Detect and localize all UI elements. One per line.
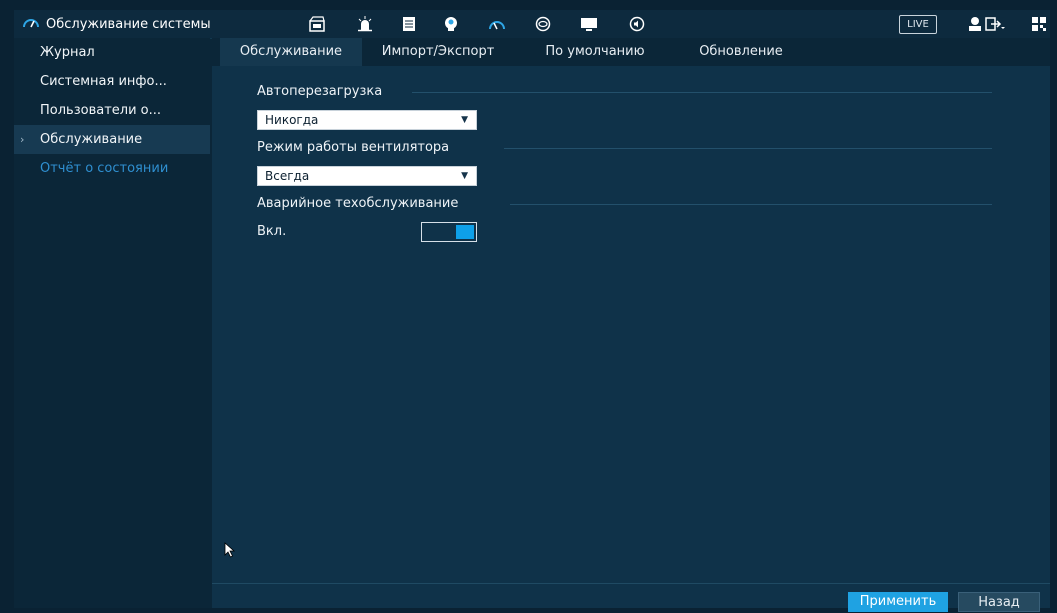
apply-button[interactable]: Применить [848, 592, 948, 612]
auto-reboot-title: Автоперезагрузка [257, 84, 383, 99]
logout-icon[interactable] [984, 13, 1006, 35]
footer-divider [212, 583, 1050, 584]
window-title: Обслуживание системы [46, 16, 211, 32]
sidebar: Журнал Системная инфо... Пользователи о.… [14, 38, 210, 608]
tab-bar: Обслуживание Импорт/Экспорт По умолчанию… [212, 38, 1050, 66]
ai-face-icon[interactable] [440, 13, 462, 35]
caret-down-icon: ▼ [461, 171, 468, 181]
network-icon[interactable] [532, 13, 554, 35]
emergency-toggle-label: Вкл. [257, 224, 287, 239]
caret-down-icon: ▼ [461, 115, 468, 125]
auto-reboot-select[interactable]: Никогда ▼ [257, 110, 477, 130]
live-button[interactable]: LIVE [899, 15, 937, 34]
mouse-cursor-icon [224, 542, 236, 562]
toggle-knob [456, 225, 474, 239]
tab-defaults[interactable]: По умолчанию [520, 38, 670, 66]
qr-code-icon[interactable] [1028, 13, 1050, 35]
emergency-toggle[interactable] [421, 222, 477, 242]
fan-mode-title: Режим работы вентилятора [257, 140, 450, 155]
tab-maintenance[interactable]: Обслуживание [220, 38, 362, 66]
main-panel: Обслуживание Импорт/Экспорт По умолчанию… [212, 38, 1050, 608]
gauge-icon [22, 14, 40, 34]
top-bar: Обслуживание системы LIVE [14, 10, 1050, 39]
chevron-right-icon: › [20, 133, 25, 146]
camera-settings-icon[interactable] [306, 13, 328, 35]
sidebar-item-online-users[interactable]: Пользователи о... [14, 96, 210, 125]
sidebar-item-maintenance[interactable]: › Обслуживание [14, 125, 210, 154]
display-icon[interactable] [578, 13, 600, 35]
tab-import-export[interactable]: Импорт/Экспорт [364, 38, 512, 66]
audio-icon[interactable] [626, 13, 648, 35]
divider [412, 92, 992, 93]
sidebar-item-system-info[interactable]: Системная инфо... [14, 67, 210, 96]
tab-update[interactable]: Обновление [674, 38, 808, 66]
sidebar-item-log[interactable]: Журнал [14, 38, 210, 67]
gauge-icon[interactable] [486, 13, 508, 35]
alarm-icon[interactable] [354, 13, 376, 35]
fan-mode-select[interactable]: Всегда ▼ [257, 166, 477, 186]
divider [510, 204, 992, 205]
back-button[interactable]: Назад [958, 592, 1040, 612]
divider [504, 148, 992, 149]
storage-icon[interactable] [398, 13, 420, 35]
user-icon[interactable] [964, 13, 986, 35]
sidebar-item-status-report[interactable]: Отчёт о состоянии [14, 154, 210, 183]
emergency-maintenance-title: Аварийное техобслуживание [257, 196, 459, 211]
